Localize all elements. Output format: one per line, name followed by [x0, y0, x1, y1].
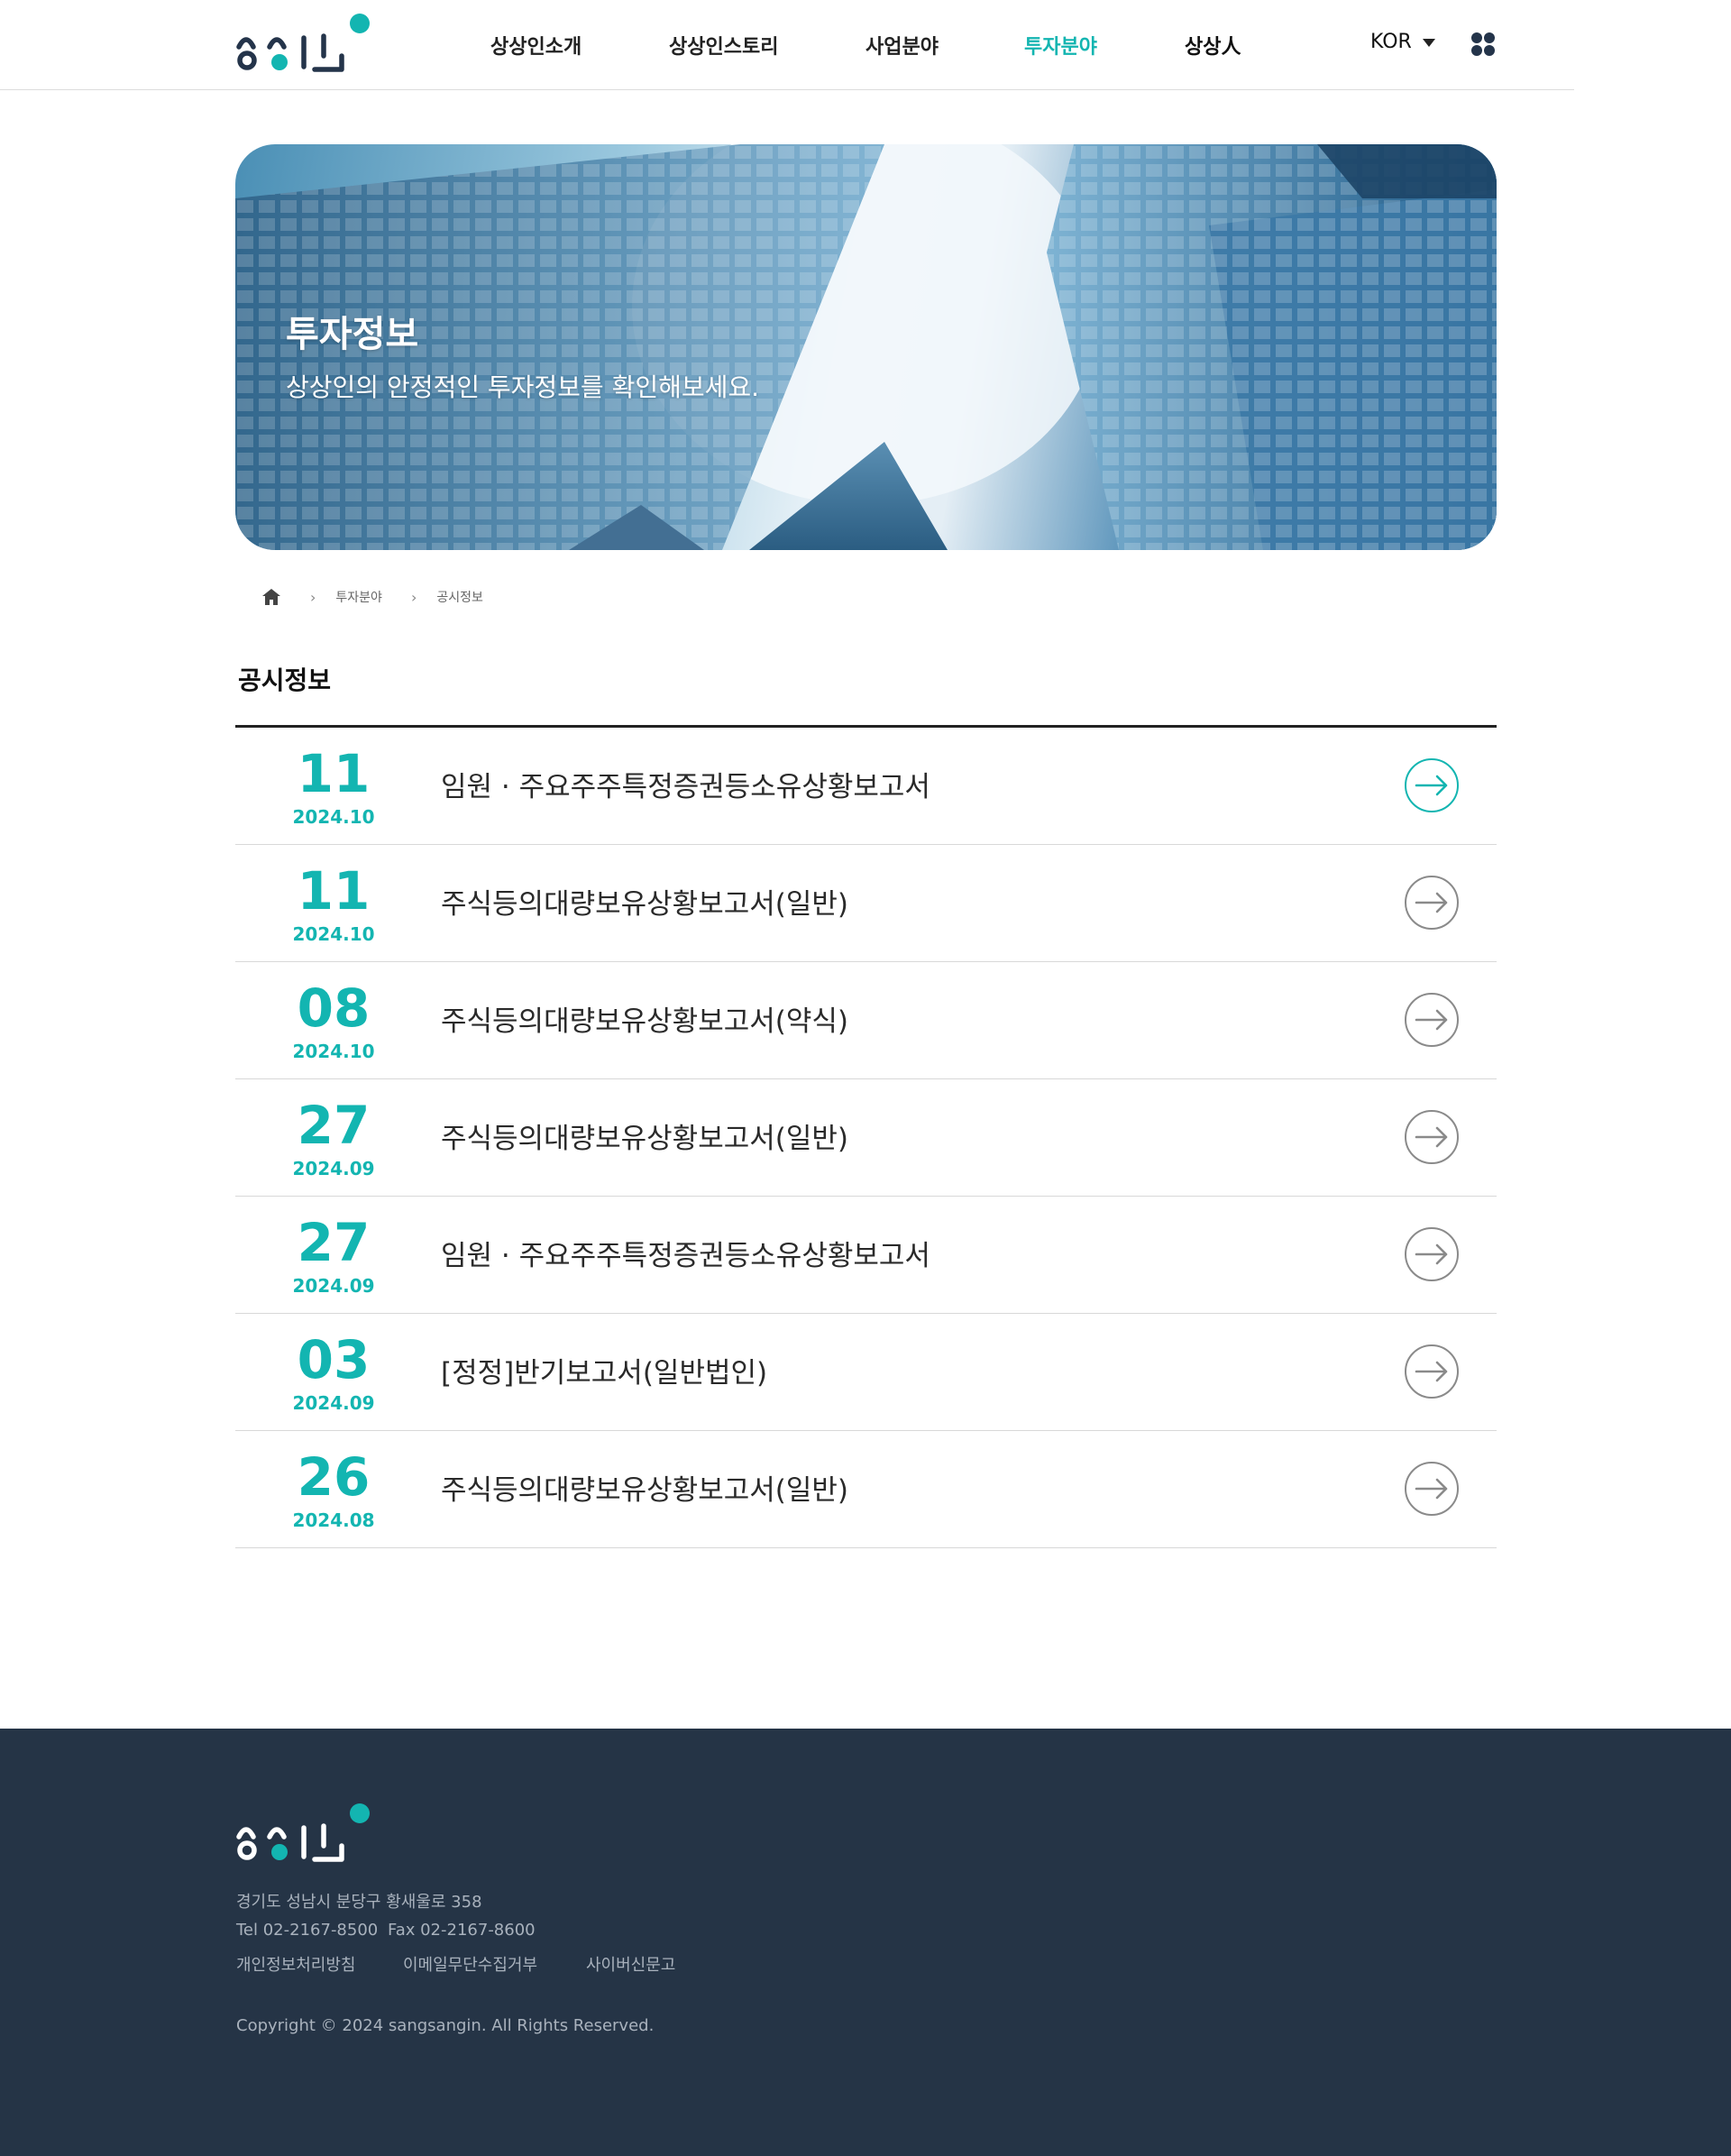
- disclosure-year-month: 2024.08: [292, 1509, 375, 1531]
- disclosure-subject[interactable]: [정정]반기보고서(일반법인): [441, 1350, 767, 1390]
- disclosure-year-month: 2024.10: [292, 806, 375, 828]
- nav-item-story[interactable]: 상상인스토리: [669, 31, 778, 60]
- disclosure-day: 03: [297, 1329, 371, 1390]
- footer-link-privacy[interactable]: 개인정보처리방침: [236, 1952, 355, 1976]
- disclosure-row[interactable]: 27 2024.09 임원 · 주요주주특정증권등소유상황보고서: [235, 1197, 1497, 1314]
- home-icon[interactable]: [261, 587, 281, 607]
- footer-link-email-refusal[interactable]: 이메일무단수집거부: [403, 1952, 537, 1976]
- disclosure-row[interactable]: 27 2024.09 주식등의대량보유상황보고서(일반): [235, 1079, 1497, 1197]
- hero-title: 투자정보: [286, 314, 419, 355]
- chevron-right-icon: ›: [310, 588, 316, 606]
- disclosure-year-month: 2024.09: [292, 1158, 375, 1179]
- hero-banner: 투자정보 상상인의 안정적인 투자정보를 확인해보세요.: [235, 144, 1497, 550]
- disclosure-row[interactable]: 11 2024.10 임원 · 주요주주특정증권등소유상황보고서: [235, 728, 1497, 845]
- disclosure-subject[interactable]: 주식등의대량보유상황보고서(약식): [441, 998, 848, 1039]
- arrow-right-circle-icon[interactable]: [1404, 1109, 1460, 1165]
- disclosure-day: 08: [297, 977, 371, 1039]
- disclosure-row[interactable]: 03 2024.09 [정정]반기보고서(일반법인): [235, 1314, 1497, 1431]
- footer-logo[interactable]: [235, 1803, 372, 1866]
- disclosure-list: 11 2024.10 임원 · 주요주주특정증권등소유상황보고서 11 2024.10 주…: [235, 725, 1497, 1548]
- disclosure-subject[interactable]: 주식등의대량보유상황보고서(일반): [441, 1467, 848, 1508]
- nav-item-about[interactable]: 상상인소개: [490, 31, 582, 60]
- disclosure-row[interactable]: 11 2024.10 주식등의대량보유상황보고서(일반): [235, 845, 1497, 962]
- disclosure-day: 27: [297, 1212, 371, 1273]
- site-header: 상상인소개 상상인스토리 사업분야 투자분야 상상人 KOR: [0, 0, 1574, 90]
- breadcrumb: › 투자분야 › 공시정보: [261, 586, 483, 608]
- disclosure-year-month: 2024.10: [292, 1041, 375, 1062]
- disclosure-subject[interactable]: 주식등의대량보유상황보고서(일반): [441, 881, 848, 922]
- disclosure-year-month: 2024.10: [292, 923, 375, 945]
- language-selector[interactable]: KOR: [1370, 31, 1435, 53]
- disclosure-day: 11: [297, 743, 371, 804]
- disclosure-row[interactable]: 26 2024.08 주식등의대량보유상황보고서(일반): [235, 1431, 1497, 1548]
- breadcrumb-item-investment[interactable]: 투자분야: [335, 588, 382, 606]
- disclosure-year-month: 2024.09: [292, 1392, 375, 1414]
- nav-item-business[interactable]: 사업분야: [866, 31, 939, 60]
- building-skyline-image: [235, 144, 1497, 550]
- chevron-right-icon: ›: [410, 588, 417, 606]
- arrow-right-circle-icon[interactable]: [1404, 757, 1460, 813]
- grid-dots-icon[interactable]: [1471, 32, 1497, 57]
- disclosure-subject[interactable]: 주식등의대량보유상황보고서(일반): [441, 1115, 848, 1156]
- nav-item-investment[interactable]: 투자분야: [1024, 31, 1097, 60]
- disclosure-day: 27: [297, 1095, 371, 1156]
- arrow-right-circle-icon[interactable]: [1404, 992, 1460, 1048]
- breadcrumb-item-disclosure[interactable]: 공시정보: [436, 588, 483, 606]
- arrow-right-circle-icon[interactable]: [1404, 1226, 1460, 1282]
- footer-copyright: Copyright © 2024 sangsangin. All Rights …: [236, 2016, 655, 2035]
- disclosure-year-month: 2024.09: [292, 1275, 375, 1297]
- arrow-right-circle-icon[interactable]: [1404, 875, 1460, 931]
- language-label: KOR: [1370, 31, 1412, 53]
- footer-link-cyber-report[interactable]: 사이버신문고: [586, 1952, 675, 1976]
- hero-subtitle: 상상인의 안정적인 투자정보를 확인해보세요.: [286, 372, 760, 402]
- brand-logo[interactable]: [235, 13, 372, 76]
- site-footer: 경기도 성남시 분당구 황새울로 358 Tel 02-2167-8500 Fa…: [0, 1729, 1731, 2156]
- disclosure-subject[interactable]: 임원 · 주요주주특정증권등소유상황보고서: [441, 764, 930, 804]
- page-title: 공시정보: [238, 665, 332, 695]
- nav-item-people[interactable]: 상상人: [1185, 31, 1241, 60]
- disclosure-subject[interactable]: 임원 · 주요주주특정증권등소유상황보고서: [441, 1233, 930, 1273]
- footer-tel: Tel 02-2167-8500: [236, 1921, 379, 1940]
- disclosure-row[interactable]: 08 2024.10 주식등의대량보유상황보고서(약식): [235, 962, 1497, 1079]
- footer-fax: Fax 02-2167-8600: [388, 1921, 536, 1940]
- disclosure-day: 26: [297, 1446, 371, 1508]
- arrow-right-circle-icon[interactable]: [1404, 1461, 1460, 1517]
- footer-address: 경기도 성남시 분당구 황새울로 358: [236, 1893, 482, 1912]
- arrow-right-circle-icon[interactable]: [1404, 1344, 1460, 1399]
- disclosure-day: 11: [297, 860, 371, 922]
- caret-down-icon: [1422, 39, 1435, 47]
